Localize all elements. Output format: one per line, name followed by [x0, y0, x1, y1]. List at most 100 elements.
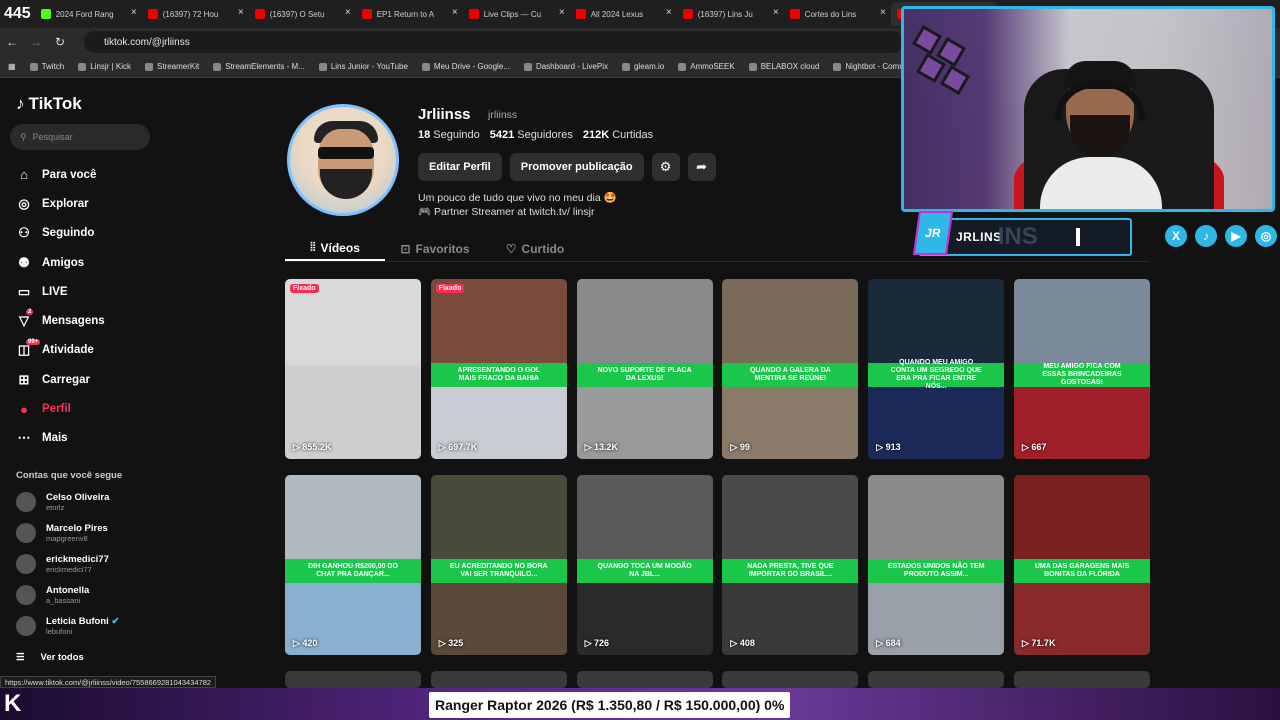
settings-gear-icon[interactable]: ⚙ [651, 153, 680, 181]
bookmark-item[interactable]: gleam.io [621, 62, 665, 71]
bookmark-item[interactable]: Lins Junior - YouTube [318, 62, 408, 71]
video-card[interactable]: ESTADOS UNIDOS NÃO TEM PRODUTO ASSIM... ▷… [868, 475, 1005, 655]
video-caption: QUANDO TOCA UM MODÃO NA JBL... [576, 559, 713, 583]
bookmark-item[interactable]: StreamerKit [145, 62, 199, 71]
following-stat[interactable]: 18 Seguindo [418, 129, 480, 141]
tab-close-icon[interactable]: × [345, 7, 351, 18]
video-card[interactable]: QUANDO A GALERA DA MENTIRA SE REÚNE! ▷ 99 [722, 279, 859, 459]
tab-close-icon[interactable]: × [666, 7, 672, 18]
tab-close-icon[interactable]: × [880, 7, 886, 18]
bookmark-label: gleam.io [633, 62, 665, 71]
sidebar-item-live[interactable]: ▭ LIVE [16, 277, 105, 306]
browser-tab[interactable]: (16397) 72 Hou × [142, 2, 249, 26]
share-arrow-icon[interactable]: ➦ [687, 153, 716, 181]
video-card[interactable] [868, 671, 1005, 688]
tab-close-icon[interactable]: × [452, 7, 458, 18]
browser-tab[interactable]: Cortes do Lins × [784, 2, 891, 26]
browser-tab[interactable]: (16397) O Setu × [249, 2, 356, 26]
tab-close-icon[interactable]: × [238, 7, 244, 18]
cursor-bar [1075, 228, 1080, 246]
video-thumbnail [576, 279, 713, 365]
followed-account[interactable]: Antonella a_bassani [16, 585, 89, 605]
video-card[interactable] [576, 671, 713, 688]
bookmark-item[interactable]: Twitch [29, 62, 64, 71]
tab-videos[interactable]: ⦙⦙ Vídeos [285, 236, 385, 261]
sidebar-item-mais[interactable]: ⋯ Mais [16, 424, 105, 453]
sidebar-item-perfil[interactable]: ● Perfil [16, 394, 105, 423]
bookmark-item[interactable]: AmmoSEEK [678, 62, 735, 71]
bookmark-favicon-icon [78, 62, 87, 71]
url-field[interactable]: tiktok.com/@jrliinss [84, 31, 904, 53]
avatar [16, 616, 36, 636]
bookmark-item[interactable]: Dashboard - LivePix [523, 62, 608, 71]
sidebar-item-amigos[interactable]: ⚉ Amigos [16, 248, 105, 277]
followed-account[interactable]: Celso Oliveira etnrlz [16, 492, 109, 512]
bookmark-item[interactable]: Linsjr | Kick [78, 62, 131, 71]
bookmark-label: Meu Drive - Google... [433, 62, 510, 71]
followed-account[interactable]: Leticia Bufoni ✔ lebufoni [16, 616, 119, 636]
bookmark-item[interactable]: Nightbot - Comm [833, 62, 906, 71]
bookmark-favicon-icon [523, 62, 532, 71]
sidebar-item-para-voc-[interactable]: ⌂ Para você [16, 160, 105, 189]
tab-title: All 2024 Lexus [590, 9, 644, 19]
forward-icon[interactable]: → [24, 35, 48, 49]
tab-favicon-icon [575, 9, 586, 19]
sidebar-item-explorar[interactable]: ◎ Explorar [16, 189, 105, 218]
back-icon[interactable]: ← [0, 35, 24, 49]
video-card[interactable] [285, 671, 421, 688]
video-card[interactable]: Fixado ▷ 855.2K [285, 279, 421, 459]
followers-stat[interactable]: 5421 Seguidores [490, 129, 573, 141]
video-thumbnail [722, 279, 859, 365]
video-caption: ESTADOS UNIDOS NÃO TEM PRODUTO ASSIM... [868, 559, 1005, 583]
bookmark-item[interactable]: BELABOX cloud [748, 62, 819, 71]
video-card[interactable]: QUANDO MEU AMIGO CONTA UM SEGREDO QUE ER… [868, 279, 1005, 459]
tab-title: (16397) O Setu [269, 9, 325, 19]
tiktok-logo[interactable]: ♪ TikTok [16, 94, 82, 114]
tab-favicon-icon [254, 9, 265, 19]
profile-avatar[interactable] [287, 104, 399, 216]
search-input[interactable]: ⚲ Pesquisar [10, 124, 150, 150]
video-card[interactable] [722, 671, 859, 688]
likes-stat: 212K Curtidas [582, 129, 654, 141]
video-card[interactable]: UMA DAS GARAGENS MAIS BONITAS DA FLÓRIDA… [1014, 475, 1150, 655]
tab-liked[interactable]: ♡ Curtido [485, 236, 585, 261]
see-all-button[interactable]: ☰ Ver todos [16, 652, 84, 663]
video-card[interactable]: APRESENTANDO O GOL MAIS FRACO DA BAHIA Fi… [430, 279, 567, 459]
following-section-title: Contas que você segue [16, 470, 123, 481]
browser-tab[interactable]: (16397) Lins Ju × [677, 2, 784, 26]
bookmark-label: AmmoSEEK [690, 62, 735, 71]
video-card[interactable]: NOVO SUPORTE DE PLACA DA LEXUS! ▷ 13.2K [576, 279, 713, 459]
followed-account[interactable]: erickmedici77 erickmedici77 [16, 554, 109, 574]
sidebar-item-mensagens[interactable]: ▽ 2 Mensagens [16, 306, 105, 335]
reload-icon[interactable]: ↻ [48, 35, 72, 49]
search-icon: ⚲ [20, 131, 27, 142]
apps-icon[interactable]: ▦ [8, 62, 16, 71]
tab-close-icon[interactable]: × [131, 7, 137, 18]
streamer-namebar: JR JRLINS INS [912, 211, 1132, 256]
sidebar-item-atividade[interactable]: ◫ 99+ Atividade [16, 336, 105, 365]
followed-account[interactable]: Marcelo Pires mapgreenv8 [16, 523, 108, 543]
tab-close-icon[interactable]: × [773, 7, 779, 18]
browser-tab[interactable]: Live Clips — Cu × [463, 2, 570, 26]
tab-close-icon[interactable]: × [559, 7, 565, 18]
sidebar-item-seguindo[interactable]: ⚇ Seguindo [16, 219, 105, 248]
bookmark-item[interactable]: StreamElements - M... [213, 62, 305, 71]
view-count: ▷ 697.7K [438, 442, 478, 452]
video-card[interactable]: EU ACREDITANDO NO BORA VAI SER TRANQUILO… [430, 475, 567, 655]
promote-post-button[interactable]: Promover publicação [509, 153, 644, 181]
browser-tab[interactable]: 2024 Ford Rang × [35, 2, 142, 26]
browser-tab[interactable]: All 2024 Lexus × [570, 2, 677, 26]
tab-favorites[interactable]: ⊡ Favoritos [385, 236, 485, 261]
browser-tab[interactable]: EP1 Return to A × [356, 2, 463, 26]
bookmark-favicon-icon [833, 62, 842, 71]
sidebar-item-carregar[interactable]: ⊞ Carregar [16, 365, 105, 394]
sidebar-item-label: Atividade [42, 344, 94, 357]
edit-profile-button[interactable]: Editar Perfil [418, 153, 502, 181]
video-card[interactable]: QUANDO TOCA UM MODÃO NA JBL... ▷ 726 [576, 475, 713, 655]
video-card[interactable]: DIH GANHOU R$200,00 DO CHAT PRA DANÇAR..… [285, 475, 421, 655]
video-card[interactable] [1014, 671, 1150, 688]
video-card[interactable]: NADA PRESTA, TIVE QUE IMPORTAR DO BRASIL… [722, 475, 859, 655]
video-card[interactable]: MEU AMIGO FICA COM ESSAS BRINCADEIRAS GO… [1014, 279, 1150, 459]
bookmark-item[interactable]: Meu Drive - Google... [421, 62, 510, 71]
video-card[interactable] [430, 671, 567, 688]
